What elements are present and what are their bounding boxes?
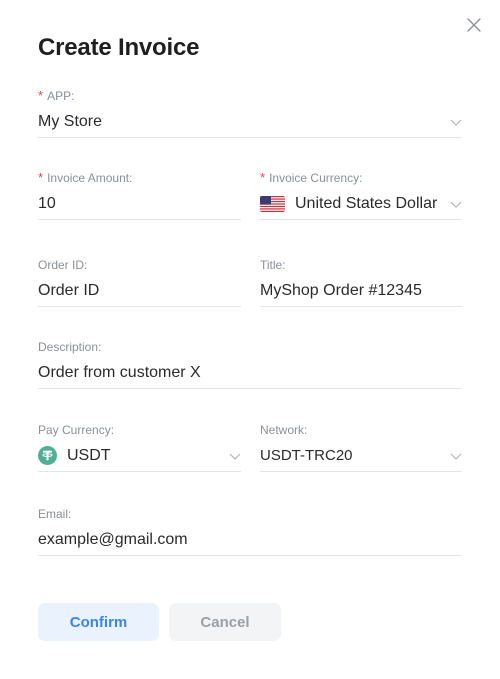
order-id-placeholder: Order ID <box>38 281 100 299</box>
confirm-button[interactable]: Confirm <box>38 603 159 641</box>
app-value: My Store <box>38 112 103 130</box>
email-field: Email: example@gmail.com <box>38 506 462 560</box>
pay-currency-value: USDT <box>67 446 111 464</box>
pay-currency-label: Pay Currency <box>38 423 111 437</box>
email-label: Email <box>38 507 69 521</box>
app-field: * APP: My Store <box>38 88 462 142</box>
network-value: USDT-TRC20 <box>260 447 353 464</box>
network-select[interactable]: USDT-TRC20 <box>260 440 462 472</box>
description-field: Description: Order from customer X <box>38 339 462 393</box>
create-invoice-dialog: Create Invoice * APP: My Store * Invoice A… <box>0 0 500 679</box>
title-input[interactable]: MyShop Order #12345 <box>260 275 462 307</box>
pay-currency-field: Pay Currency: USDT <box>38 422 241 476</box>
invoice-currency-value: United States Dollar <box>295 194 438 212</box>
chevron-down-icon <box>450 450 462 462</box>
order-id-label: Order ID <box>38 258 85 272</box>
close-button[interactable] <box>466 17 482 33</box>
order-id-input[interactable]: Order ID <box>38 275 241 307</box>
email-input[interactable]: example@gmail.com <box>38 524 462 556</box>
order-id-field: Order ID: Order ID <box>38 257 241 311</box>
app-select[interactable]: My Store <box>38 106 462 138</box>
invoice-currency-label: Invoice Currency <box>269 171 360 185</box>
chevron-down-icon <box>229 450 241 462</box>
required-marker: * <box>38 88 44 103</box>
network-field: Network: USDT-TRC20 <box>260 422 462 476</box>
invoice-amount-value: 10 <box>38 194 56 212</box>
description-input[interactable]: Order from customer X <box>38 357 462 389</box>
invoice-amount-input[interactable]: 10 <box>38 188 241 220</box>
title-field: Title: MyShop Order #12345 <box>260 257 462 311</box>
close-icon <box>467 18 481 32</box>
dialog-title: Create Invoice <box>38 34 200 61</box>
invoice-currency-select[interactable]: United States Dollar <box>260 188 462 220</box>
tether-icon <box>38 446 57 465</box>
network-label: Network <box>260 423 305 437</box>
cancel-button[interactable]: Cancel <box>169 603 281 641</box>
invoice-amount-field: * Invoice Amount: 10 <box>38 170 241 224</box>
chevron-down-icon <box>450 198 462 210</box>
title-label: Title <box>260 258 283 272</box>
description-value: Order from customer X <box>38 363 201 381</box>
required-marker: * <box>260 170 266 185</box>
invoice-amount-label: Invoice Amount <box>47 171 130 185</box>
title-value: MyShop Order #12345 <box>260 281 422 299</box>
app-label: APP <box>47 89 72 103</box>
chevron-down-icon <box>450 116 462 128</box>
pay-currency-select[interactable]: USDT <box>38 440 241 472</box>
description-label: Description <box>38 340 99 354</box>
invoice-currency-field: * Invoice Currency: United States Dollar <box>260 170 462 224</box>
us-flag-icon <box>260 195 285 212</box>
email-value: example@gmail.com <box>38 530 188 548</box>
required-marker: * <box>38 170 44 185</box>
